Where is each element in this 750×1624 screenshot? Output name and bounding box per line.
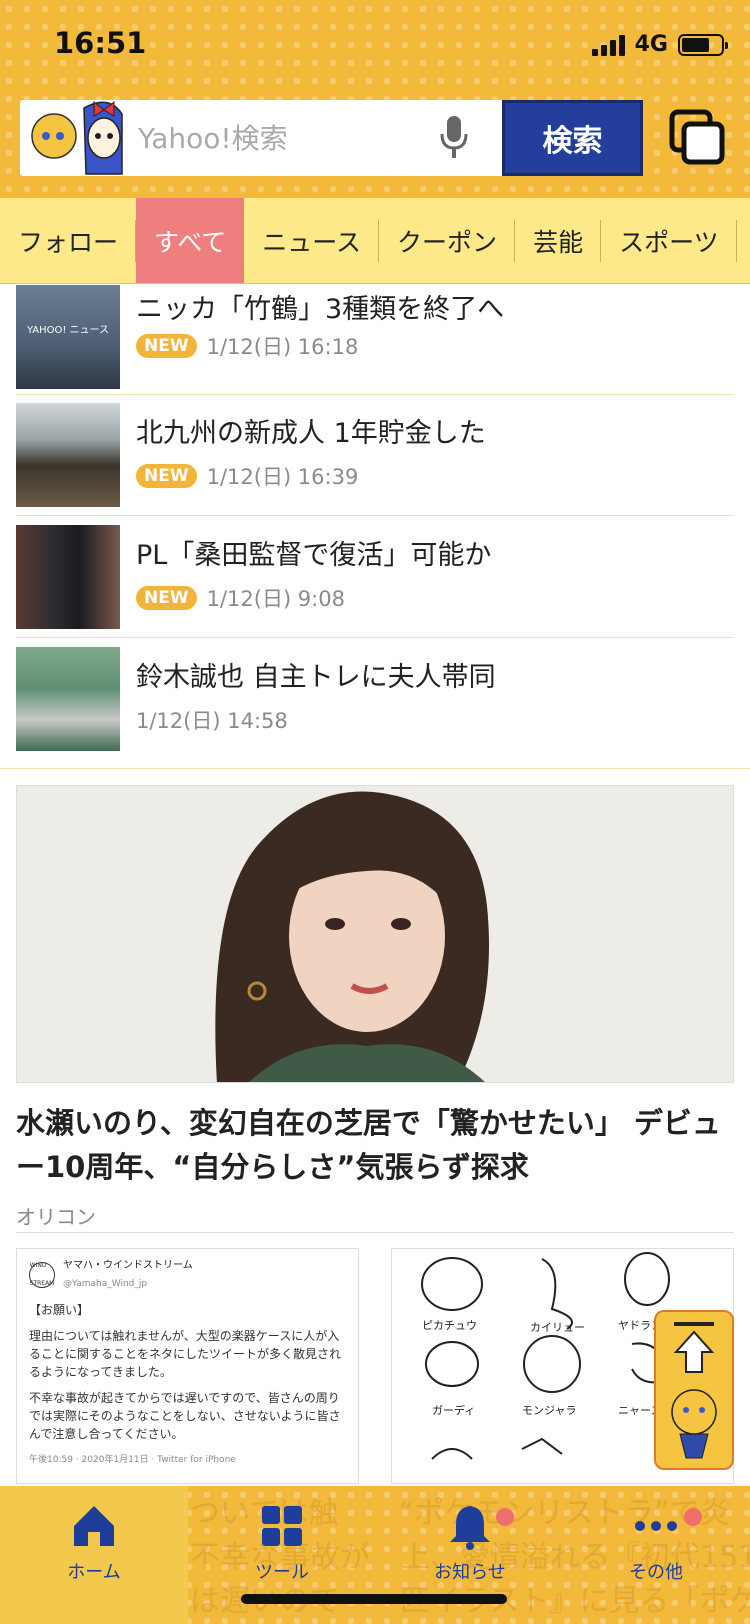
app-header: 16:51 4G 検索: [0, 0, 750, 198]
signal-icon: [591, 34, 625, 56]
sketch-label: カイリュー: [530, 1321, 585, 1334]
tab-home[interactable]: ホーム: [0, 1486, 188, 1624]
tweet-account: ヤマハ・ウインドストリーム: [63, 1260, 193, 1271]
feature-title: 水瀬いのり、変幻自在の芝居で「驚かせたい」 デビュー10周年、“自分らしさ”気張…: [16, 1106, 721, 1184]
arrow-up-icon: [671, 1322, 717, 1459]
tweet-handle: @Yamaha_Wind_jp: [63, 1279, 148, 1289]
tweet-body: 理由については触れませんが、大型の楽器ケースに人が入ることに関することをネタにし…: [29, 1329, 342, 1379]
new-badge: NEW: [136, 334, 197, 358]
grid-icon: [262, 1506, 302, 1546]
tweet-body: 不幸な事故が起きてからでは遅いですので、皆さんの周りでは実際にそのようなことをし…: [29, 1391, 341, 1441]
news-item[interactable]: 鈴木誠也 自主トレに夫人帯同 1/12(日) 14:58: [16, 647, 734, 769]
battery-icon: [678, 33, 728, 56]
tab-follow[interactable]: フォロー: [0, 198, 137, 283]
news-time: 1/12(日) 14:58: [136, 709, 288, 733]
more-icon: [635, 1521, 677, 1531]
tab-all[interactable]: すべて: [136, 198, 245, 283]
news-item[interactable]: 北九州の新成人 1年貯金した NEW 1/12(日) 16:39: [16, 403, 734, 525]
status-time: 16:51: [54, 26, 147, 60]
tweet-avatar: WIND STREAM: [29, 1262, 55, 1288]
network-type: 4G: [634, 32, 668, 57]
divider: [16, 394, 734, 395]
bell-icon: [450, 1506, 490, 1550]
tab-news[interactable]: ニュース: [244, 198, 379, 283]
tab-coupon[interactable]: クーポン: [379, 198, 516, 283]
divider: [16, 637, 734, 638]
tab-entertainment[interactable]: 芸能: [515, 198, 602, 283]
home-indicator: [241, 1594, 507, 1604]
news-time: 1/12(日) 16:18: [206, 335, 359, 359]
scroll-to-top-button[interactable]: [654, 1310, 734, 1470]
tweet-card[interactable]: WIND STREAM ヤマハ・ウインドストリーム @Yamaha_Wind_j…: [16, 1248, 359, 1484]
card-row: WIND STREAM ヤマハ・ウインドストリーム @Yamaha_Wind_j…: [16, 1234, 734, 1484]
news-item[interactable]: PL「桑田監督で復活」可能か NEW 1/12(日) 9:08: [16, 525, 734, 647]
status-icons: 4G: [591, 32, 728, 57]
notification-dot: [684, 1508, 702, 1526]
news-meta: 1/12(日) 14:58: [136, 705, 288, 735]
sketch-label: モンジャラ: [522, 1404, 576, 1417]
tab-sports[interactable]: スポーツ: [601, 198, 737, 283]
portrait-illustration: [17, 786, 733, 1082]
tweet-header: WIND STREAM ヤマハ・ウインドストリーム @Yamaha_Wind_j…: [29, 1257, 346, 1293]
new-badge: NEW: [136, 464, 197, 488]
news-title: PL「桑田監督で復活」可能か: [136, 540, 492, 571]
feature-source: オリコン: [16, 1205, 96, 1229]
tab-label: その他: [629, 1562, 683, 1583]
news-thumbnail: [16, 525, 120, 629]
mascot-icon: [31, 100, 123, 175]
feature-image: [16, 785, 734, 1083]
news-thumbnail: [16, 647, 120, 751]
feature-article[interactable]: 水瀬いのり、変幻自在の芝居で「驚かせたい」 デビュー10周年、“自分らしさ”気張…: [16, 785, 734, 1230]
thumbnail-logo: YAHOO! ニュース: [26, 325, 110, 336]
tab-label: ツール: [255, 1562, 309, 1583]
tweet-footer: 午後10:59 · 2020年1月11日 · Twitter for iPhon…: [29, 1455, 236, 1465]
category-tabs: フォロー すべて ニュース クーポン 芸能 スポーツ 話: [0, 198, 750, 284]
tab-label: お知らせ: [434, 1562, 506, 1583]
notification-dot: [496, 1508, 514, 1526]
mic-icon[interactable]: [438, 114, 470, 160]
divider: [16, 515, 734, 516]
search-input[interactable]: [138, 114, 418, 162]
news-thumbnail: YAHOO! ニュース: [16, 285, 120, 389]
news-time: 1/12(日) 9:08: [206, 587, 345, 611]
search-bar: 検索: [20, 100, 643, 176]
news-meta: NEW 1/12(日) 16:18: [136, 331, 358, 361]
tab-more[interactable]: その他: [562, 1486, 750, 1624]
sketch-label: ガーディ: [432, 1403, 475, 1417]
tweet-content: WIND STREAM ヤマハ・ウインドストリーム @Yamaha_Wind_j…: [17, 1249, 358, 1477]
section-divider: [16, 1232, 734, 1233]
sketch-label: ピカチュウ: [422, 1319, 477, 1332]
new-badge: NEW: [136, 586, 197, 610]
news-title: ニッカ「竹鶴」3種類を終了へ: [136, 294, 505, 325]
news-meta: NEW 1/12(日) 9:08: [136, 583, 345, 613]
home-icon: [74, 1506, 114, 1546]
news-thumbnail: [16, 403, 120, 507]
news-title: 鈴木誠也 自主トレに夫人帯同: [136, 662, 496, 693]
tweet-heading: 【お願い】: [29, 1303, 90, 1317]
search-button[interactable]: 検索: [502, 100, 643, 176]
news-title: 北九州の新成人 1年貯金した: [136, 418, 486, 449]
news-item[interactable]: YAHOO! ニュース ニッカ「竹鶴」3種類を終了へ NEW 1/12(日) 1…: [16, 285, 734, 407]
tabs-icon[interactable]: [668, 108, 726, 166]
section-divider: [0, 768, 750, 769]
news-time: 1/12(日) 16:39: [206, 465, 359, 489]
tab-topics[interactable]: 話: [737, 198, 750, 283]
tab-label: ホーム: [67, 1562, 121, 1583]
news-meta: NEW 1/12(日) 16:39: [136, 461, 358, 491]
